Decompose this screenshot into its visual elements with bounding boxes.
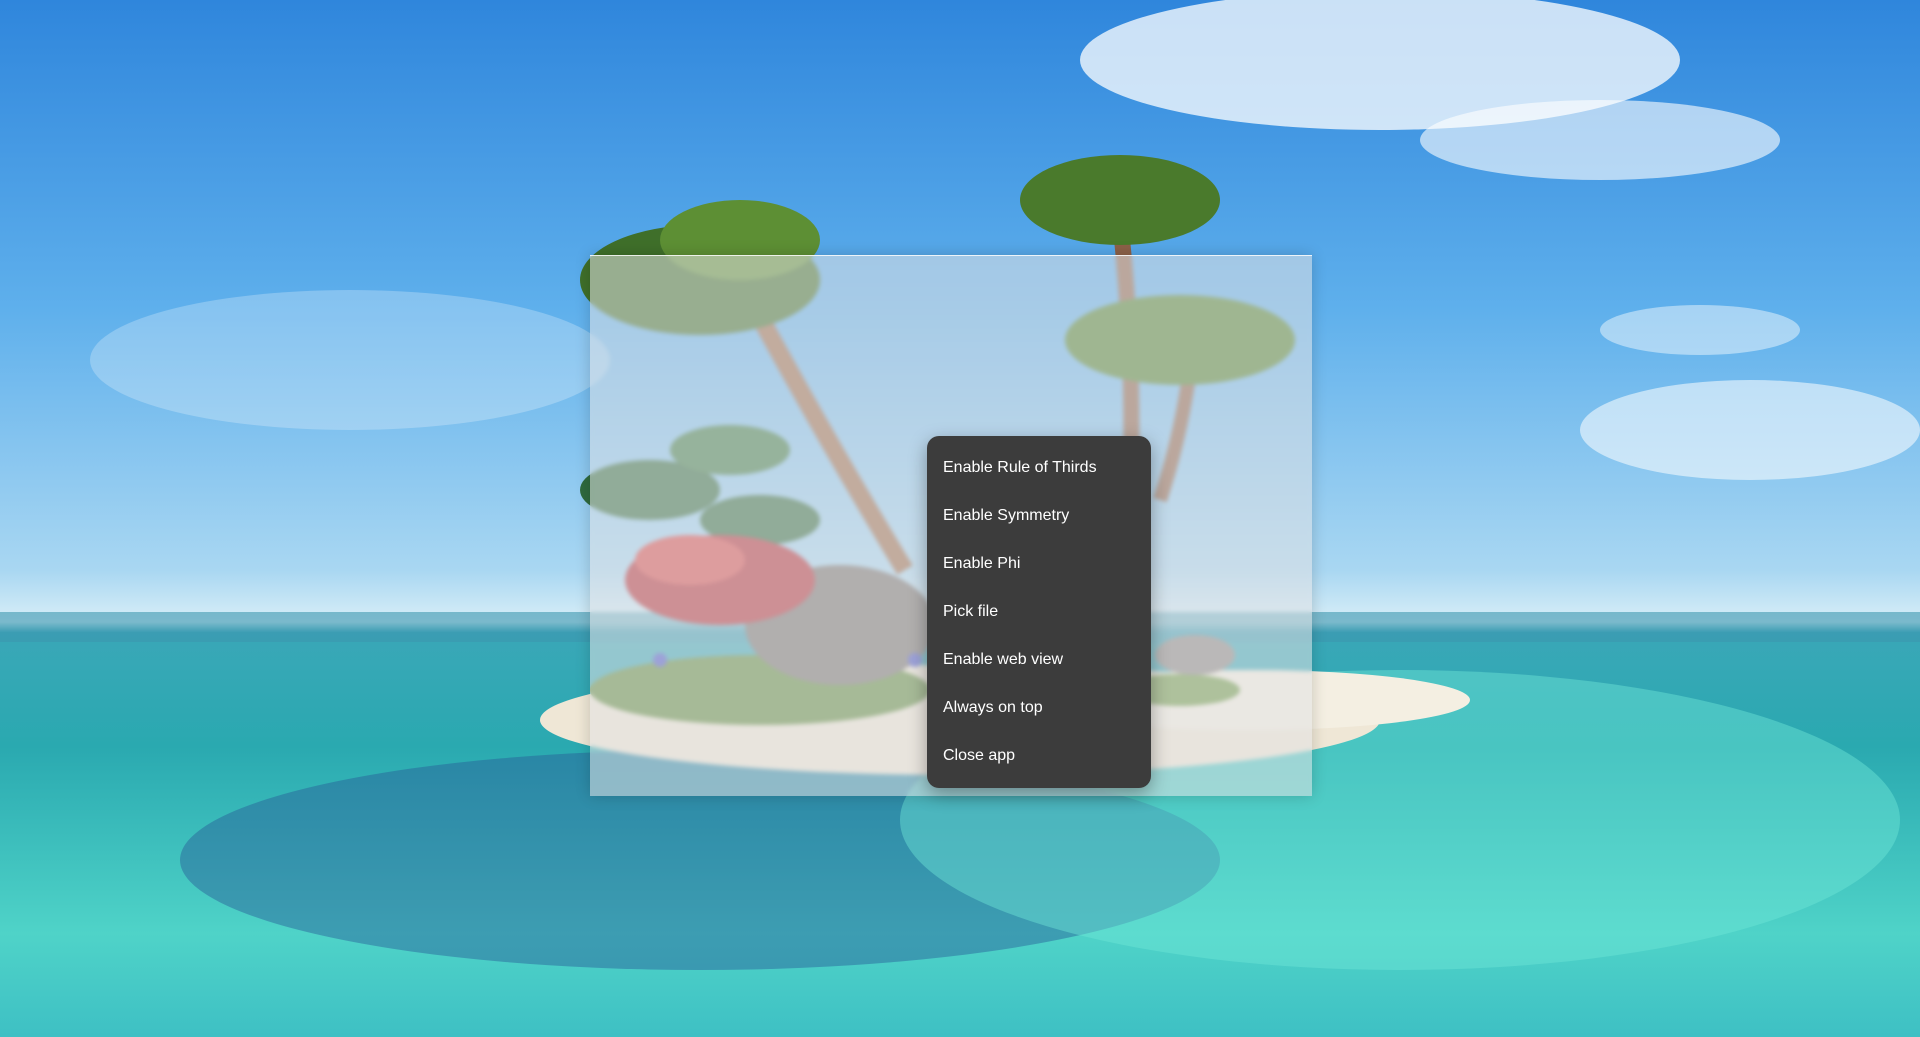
menu-item-label: Enable Phi: [943, 555, 1021, 572]
menu-item-always-on-top[interactable]: Always on top: [927, 684, 1151, 732]
menu-item-enable-rule-of-thirds[interactable]: Enable Rule of Thirds: [927, 444, 1151, 492]
menu-item-label: Enable Symmetry: [943, 507, 1070, 524]
menu-item-close-app[interactable]: Close app: [927, 732, 1151, 780]
menu-item-label: Enable Rule of Thirds: [943, 459, 1097, 476]
menu-item-label: Enable web view: [943, 651, 1064, 668]
context-menu: Enable Rule of Thirds Enable Symmetry En…: [927, 436, 1151, 788]
menu-item-label: Close app: [943, 747, 1016, 764]
menu-item-pick-file[interactable]: Pick file: [927, 588, 1151, 636]
menu-item-label: Pick file: [943, 603, 999, 620]
menu-item-enable-phi[interactable]: Enable Phi: [927, 540, 1151, 588]
menu-item-enable-symmetry[interactable]: Enable Symmetry: [927, 492, 1151, 540]
menu-item-label: Always on top: [943, 699, 1043, 716]
menu-item-enable-web-view[interactable]: Enable web view: [927, 636, 1151, 684]
